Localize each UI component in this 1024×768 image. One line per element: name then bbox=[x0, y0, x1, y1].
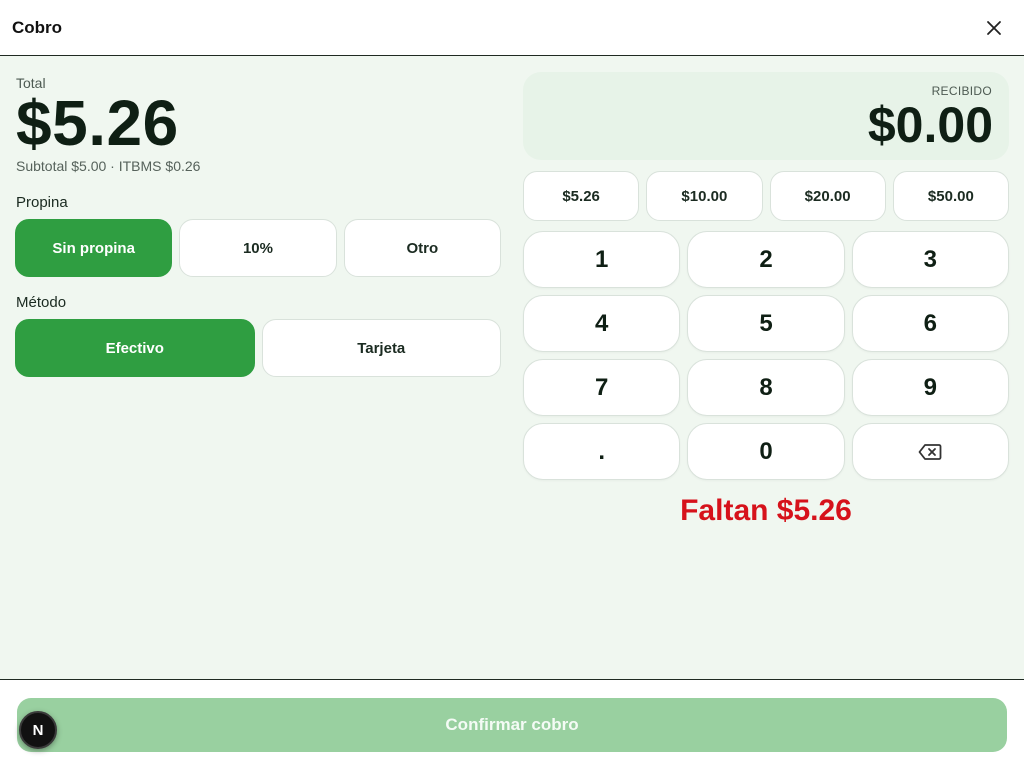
subtotal-breakdown: Subtotal $5.00 · ITBMS $0.26 bbox=[16, 158, 201, 174]
keypad-key-0[interactable]: 0 bbox=[687, 423, 845, 480]
payment-method-options: Efectivo Tarjeta bbox=[15, 319, 501, 377]
method-card-button[interactable]: Tarjeta bbox=[261, 319, 501, 377]
numeric-keypad: 1 2 3 4 5 6 7 8 9 . 0 bbox=[523, 231, 1009, 480]
close-button[interactable] bbox=[976, 10, 1012, 46]
keypad-key-2[interactable]: 2 bbox=[687, 231, 845, 288]
keypad-key-3[interactable]: 3 bbox=[851, 231, 1009, 288]
keypad-backspace-button[interactable] bbox=[851, 423, 1009, 480]
tip-option-10-percent[interactable]: 10% bbox=[179, 219, 337, 277]
keypad-key-4[interactable]: 4 bbox=[523, 295, 681, 352]
tip-option-other[interactable]: Otro bbox=[343, 219, 501, 277]
close-icon bbox=[987, 20, 1001, 35]
tip-option-none[interactable]: Sin propina bbox=[15, 219, 173, 277]
tip-label: Propina bbox=[16, 194, 68, 211]
received-amount: $0.00 bbox=[867, 97, 993, 153]
method-label: Método bbox=[16, 294, 67, 311]
keypad-key-7[interactable]: 7 bbox=[523, 359, 681, 416]
keypad-key-5[interactable]: 5 bbox=[687, 295, 845, 352]
keypad-key-decimal[interactable]: . bbox=[523, 423, 681, 480]
header-bar: Cobro bbox=[0, 0, 1024, 56]
keypad-key-6[interactable]: 6 bbox=[851, 295, 1009, 352]
quick-amount-button[interactable]: $5.26 bbox=[523, 171, 640, 221]
quick-amount-button[interactable]: $50.00 bbox=[892, 171, 1009, 221]
keypad-key-8[interactable]: 8 bbox=[687, 359, 845, 416]
keypad-key-1[interactable]: 1 bbox=[523, 231, 681, 288]
quick-amount-button[interactable]: $20.00 bbox=[769, 171, 886, 221]
amount-missing-status: Faltan $5.26 bbox=[680, 494, 852, 527]
footer-bar: Confirmar cobro N bbox=[0, 679, 1024, 768]
page-title: Cobro bbox=[12, 17, 63, 37]
confirm-payment-button[interactable]: Confirmar cobro bbox=[17, 698, 1007, 752]
tip-options: Sin propina 10% Otro bbox=[15, 219, 501, 277]
total-amount: $5.26 bbox=[16, 87, 179, 159]
keypad-key-9[interactable]: 9 bbox=[851, 359, 1009, 416]
quick-amounts: $5.26 $10.00 $20.00 $50.00 bbox=[523, 171, 1009, 221]
method-cash-button[interactable]: Efectivo bbox=[15, 319, 255, 377]
backspace-icon bbox=[918, 443, 942, 460]
received-display: RECIBIDO $0.00 bbox=[523, 72, 1009, 160]
dev-tools-badge[interactable]: N bbox=[19, 711, 57, 749]
quick-amount-button[interactable]: $10.00 bbox=[646, 171, 763, 221]
